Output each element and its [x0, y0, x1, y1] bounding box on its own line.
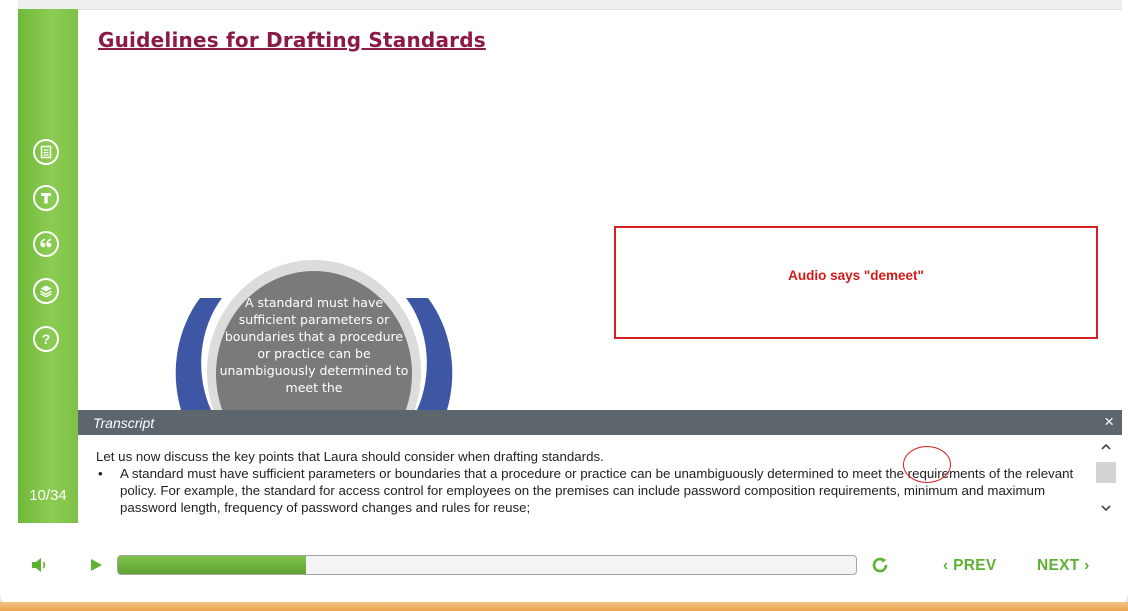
replay-icon[interactable] [871, 556, 889, 579]
page-title: Guidelines for Drafting Standards [98, 28, 486, 52]
help-icon[interactable]: ? [33, 326, 59, 352]
annotation-box: Audio says "demeet" [614, 226, 1098, 339]
quote-icon[interactable] [33, 231, 59, 257]
resources-icon[interactable] [33, 278, 59, 304]
bottom-strip [0, 602, 1128, 611]
next-button[interactable]: NEXT › [1037, 557, 1090, 575]
scroll-thumb[interactable] [1096, 462, 1116, 483]
bullet-marker: • [98, 466, 103, 481]
prev-button[interactable]: ‹ PREV [943, 557, 996, 575]
scroll-down-icon[interactable] [1096, 501, 1116, 517]
top-bar [18, 0, 1122, 10]
transcript-title: Transcript [93, 415, 155, 431]
sidebar: ? 10/34 [18, 9, 78, 523]
player-window: ? 10/34 Guidelines for Drafting Standard… [0, 0, 1128, 604]
transcript-panel: Let us now discuss the key points that L… [78, 435, 1122, 523]
transcript-header: Transcript × [78, 410, 1122, 435]
close-icon[interactable]: × [1104, 412, 1114, 432]
notes-icon[interactable] [33, 139, 59, 165]
diagram-text: A standard must have sufficient paramete… [219, 295, 409, 395]
progress-bar[interactable] [117, 555, 857, 575]
progress-fill [118, 556, 307, 574]
transcript-icon[interactable] [33, 185, 59, 211]
annotation-text: Audio says "demeet" [788, 268, 924, 283]
player-controls: ‹ PREV NEXT › [0, 545, 1128, 585]
scroll-up-icon[interactable] [1096, 439, 1116, 455]
transcript-scrollbar[interactable] [1096, 439, 1116, 519]
slide-counter: 10/34 [29, 487, 67, 504]
volume-icon[interactable] [31, 557, 49, 578]
play-icon[interactable] [90, 558, 103, 577]
standards-diagram: A standard must have sufficient paramete… [160, 250, 470, 410]
highlight-circle [903, 446, 951, 483]
